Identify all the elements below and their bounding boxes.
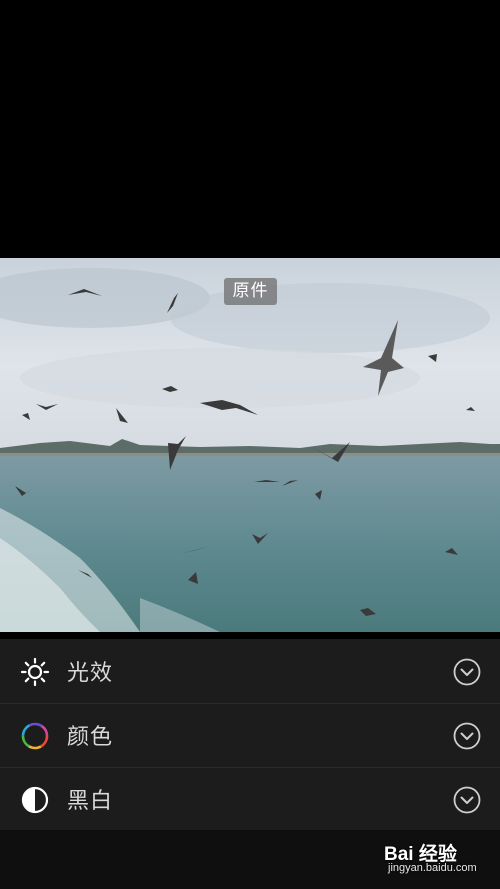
- divider-gap: [0, 632, 500, 639]
- menu-item-label: 光效: [67, 661, 114, 686]
- watermark-url: jingyan.baidu.com: [388, 862, 477, 874]
- half-circle-icon: [21, 786, 49, 814]
- photo-preview[interactable]: [0, 258, 500, 632]
- menu-item-color[interactable]: 颜色: [0, 703, 500, 767]
- chevron-down-circle-icon[interactable]: [453, 786, 481, 814]
- chevron-down-circle-icon[interactable]: [453, 658, 481, 686]
- sun-icon: [20, 657, 50, 687]
- seagull-photo: [0, 258, 500, 632]
- menu-item-light-effects[interactable]: 光效: [0, 639, 500, 703]
- menu-item-black-white[interactable]: 黑白: [0, 767, 500, 831]
- adjust-panel: 光效 颜色 黑白: [0, 639, 500, 830]
- chevron-down-circle-icon[interactable]: [453, 722, 481, 750]
- menu-item-label: 颜色: [67, 725, 114, 750]
- top-black-area: [0, 0, 500, 258]
- menu-item-label: 黑白: [67, 789, 114, 814]
- original-badge[interactable]: 原件: [224, 278, 277, 305]
- color-wheel-icon: [21, 722, 49, 750]
